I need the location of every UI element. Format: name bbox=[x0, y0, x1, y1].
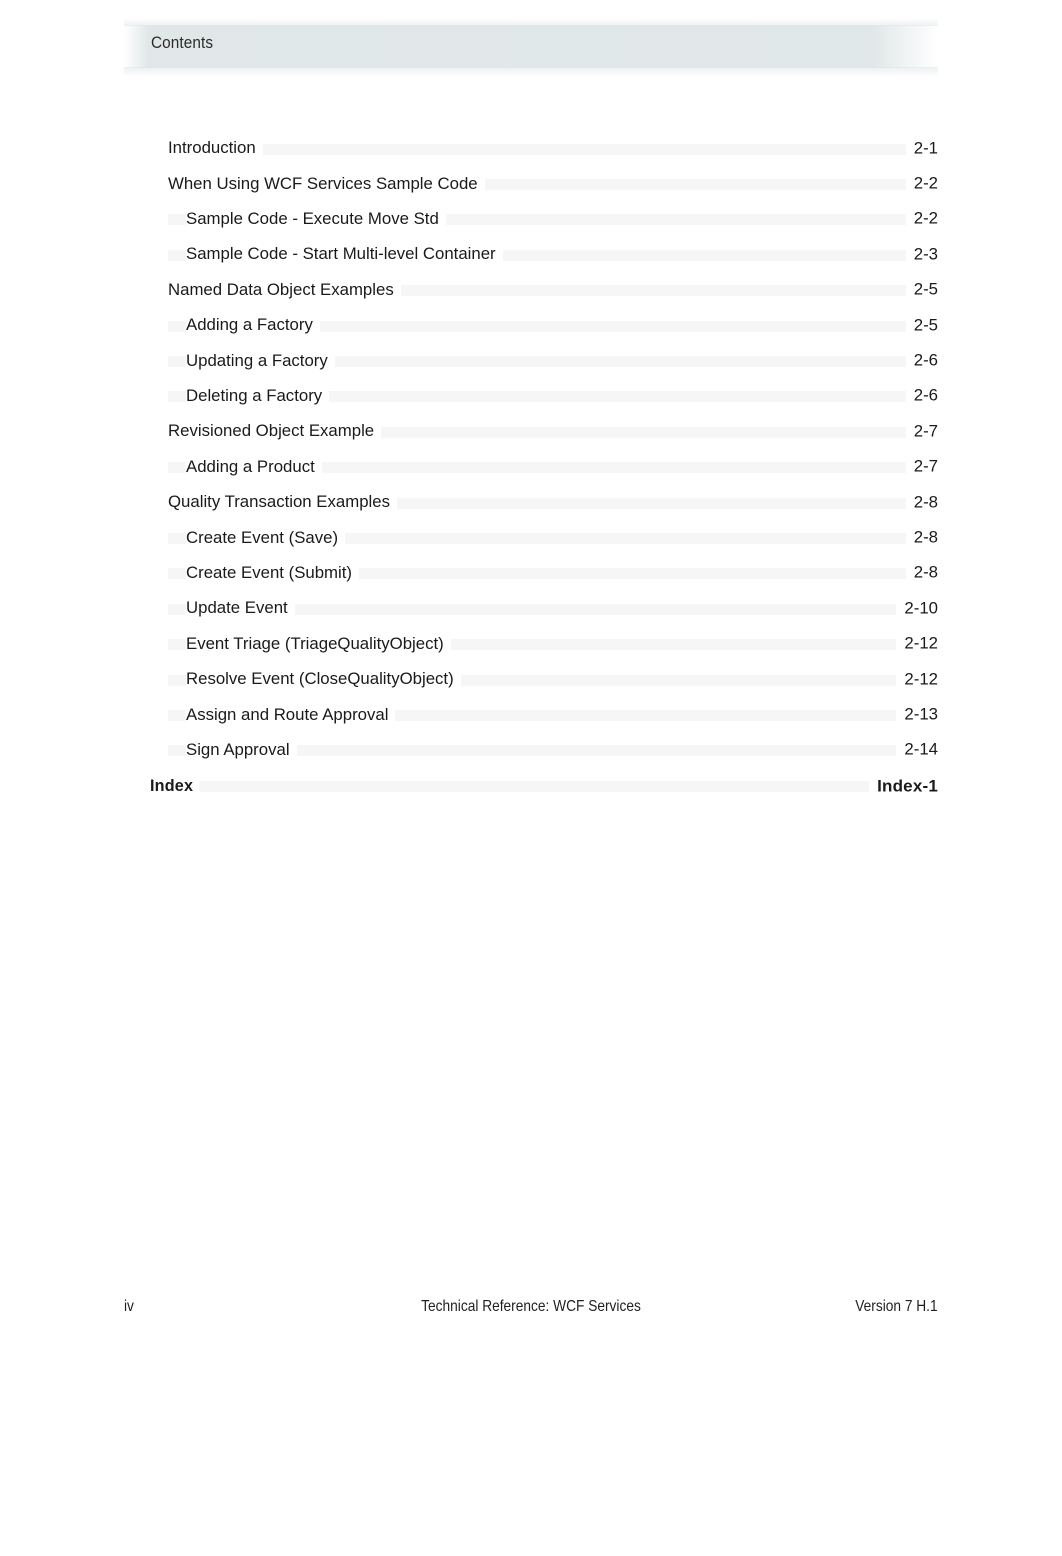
toc-entry-page-number: 2-8 bbox=[905, 493, 938, 511]
toc-entry[interactable]: Resolve Event (CloseQualityObject) 2-12 bbox=[0, 662, 1062, 697]
toc-entry-label: Assign and Route Approval bbox=[186, 706, 396, 724]
toc-entry[interactable]: Assign and Route Approval 2-13 bbox=[0, 697, 1062, 732]
toc-entry-label: Sample Code - Execute Move Std bbox=[186, 210, 446, 228]
toc-entry[interactable]: Introduction 2-1 bbox=[0, 131, 1062, 166]
toc-entry[interactable]: When Using WCF Services Sample Code 2-2 bbox=[0, 166, 1062, 201]
toc-entry-label: Event Triage (TriageQualityObject) bbox=[186, 635, 451, 653]
toc-entry[interactable]: Event Triage (TriageQualityObject) 2-12 bbox=[0, 626, 1062, 661]
toc-entry-page-number: Index-1 bbox=[869, 777, 938, 795]
toc-entry-page-number: 2-8 bbox=[905, 529, 938, 547]
footer-document-title: Technical Reference: WCF Services bbox=[421, 1298, 641, 1315]
toc-entry-page-number: 2-12 bbox=[896, 670, 938, 688]
toc-entry-page-number: 2-5 bbox=[905, 281, 938, 299]
toc-entry-label: Create Event (Save) bbox=[186, 529, 346, 547]
toc-entry-page-number: 2-7 bbox=[905, 423, 938, 441]
toc-entry-page-number: 2-14 bbox=[896, 741, 938, 759]
toc-entry[interactable]: Adding a Factory 2-5 bbox=[0, 308, 1062, 343]
toc-entry[interactable]: Create Event (Save) 2-8 bbox=[0, 520, 1062, 555]
toc-entry-page-number: 2-12 bbox=[896, 635, 938, 653]
toc-entry-label: Create Event (Submit) bbox=[186, 564, 360, 582]
toc-entry[interactable]: Sample Code - Execute Move Std 2-2 bbox=[0, 202, 1062, 237]
toc-entry-page-number: 2-6 bbox=[905, 352, 938, 370]
toc-entry[interactable]: Revisioned Object Example 2-7 bbox=[0, 414, 1062, 449]
toc-entry[interactable]: Named Data Object Examples 2-5 bbox=[0, 273, 1062, 308]
page-header-band: Contents bbox=[124, 18, 938, 77]
toc-entry-page-number: 2-6 bbox=[905, 387, 938, 405]
toc-entry-label: Index bbox=[150, 777, 200, 795]
page-footer: iv Technical Reference: WCF Services Ver… bbox=[124, 1298, 938, 1322]
toc-entry-label: Resolve Event (CloseQualityObject) bbox=[186, 670, 461, 688]
toc-entry-page-number: 2-2 bbox=[905, 175, 938, 193]
toc-entry-label: When Using WCF Services Sample Code bbox=[168, 175, 485, 193]
toc-entry-label: Adding a Factory bbox=[186, 316, 320, 335]
toc-entry[interactable]: Create Event (Submit) 2-8 bbox=[0, 556, 1062, 591]
toc-entry-label: Sample Code - Start Multi-level Containe… bbox=[186, 246, 503, 264]
toc-entry-label: Deleting a Factory bbox=[186, 387, 330, 405]
toc-entry-page-number: 2-10 bbox=[896, 600, 938, 618]
toc-entry[interactable]: Quality Transaction Examples 2-8 bbox=[0, 485, 1062, 520]
toc-entry-label: Named Data Object Examples bbox=[168, 281, 401, 299]
table-of-contents: Introduction 2-1 When Using WCF Services S… bbox=[0, 131, 1062, 803]
toc-entry-page-number: 2-8 bbox=[905, 564, 938, 582]
toc-entry[interactable]: Updating a Factory 2-6 bbox=[0, 343, 1062, 378]
footer-version: Version 7 H.1 bbox=[855, 1298, 938, 1315]
toc-entry[interactable]: Update Event 2-10 bbox=[0, 591, 1062, 626]
footer-page-number: iv bbox=[124, 1298, 134, 1315]
toc-dot-leader bbox=[168, 143, 938, 155]
toc-entry-label: Quality Transaction Examples bbox=[168, 493, 397, 511]
toc-entry-page-number: 2-13 bbox=[896, 706, 938, 724]
toc-entry[interactable]: Index Index-1 bbox=[0, 768, 1062, 803]
toc-entry[interactable]: Adding a Product 2-7 bbox=[0, 450, 1062, 485]
toc-entry-page-number: 2-5 bbox=[905, 316, 938, 335]
toc-entry-label: Sign Approval bbox=[186, 741, 297, 759]
toc-entry-label: Update Event bbox=[186, 600, 295, 618]
toc-entry-label: Updating a Factory bbox=[186, 352, 335, 370]
toc-entry-page-number: 2-2 bbox=[905, 210, 938, 228]
toc-entry[interactable]: Deleting a Factory 2-6 bbox=[0, 379, 1062, 414]
toc-entry-page-number: 2-3 bbox=[905, 246, 938, 264]
toc-entry-label: Revisioned Object Example bbox=[168, 423, 382, 441]
page-title: Contents bbox=[151, 34, 214, 52]
toc-entry-label: Introduction bbox=[168, 139, 263, 158]
toc-entry[interactable]: Sample Code - Start Multi-level Containe… bbox=[0, 237, 1062, 272]
toc-entry[interactable]: Sign Approval 2-14 bbox=[0, 733, 1062, 768]
toc-entry-page-number: 2-7 bbox=[905, 458, 938, 476]
toc-entry-page-number: 2-1 bbox=[905, 139, 938, 158]
toc-entry-label: Adding a Product bbox=[186, 458, 322, 476]
toc-dot-leader bbox=[150, 780, 938, 792]
